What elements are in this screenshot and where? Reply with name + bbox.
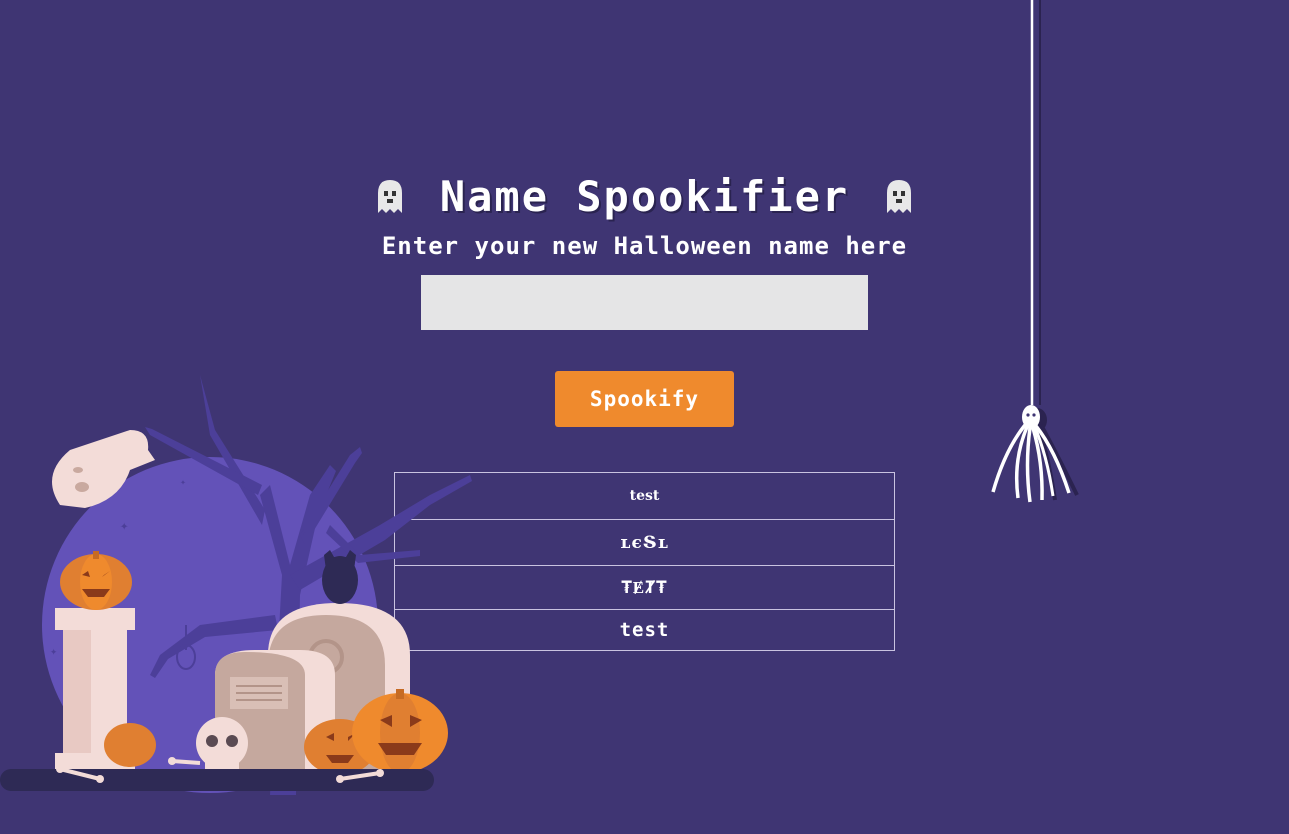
- svg-text:✦: ✦: [180, 477, 186, 488]
- page: Name Spookifier Enter your new Halloween…: [0, 0, 1289, 834]
- svg-text:✦: ✦: [120, 518, 129, 534]
- page-title: Name Spookifier: [439, 172, 850, 221]
- form-subtitle: Enter your new Halloween name here: [381, 232, 908, 260]
- svg-text:✦: ✦: [50, 644, 57, 658]
- title-row: Name Spookifier: [0, 172, 1289, 221]
- svg-text:✦: ✦: [300, 527, 306, 538]
- graveyard-illustration: ✦ ✦ ✦ ✦: [0, 375, 472, 795]
- name-input[interactable]: [421, 275, 868, 330]
- ghost-icon: [377, 179, 402, 213]
- ghost-icon: [887, 179, 912, 213]
- spookify-button[interactable]: Spookify: [555, 371, 734, 427]
